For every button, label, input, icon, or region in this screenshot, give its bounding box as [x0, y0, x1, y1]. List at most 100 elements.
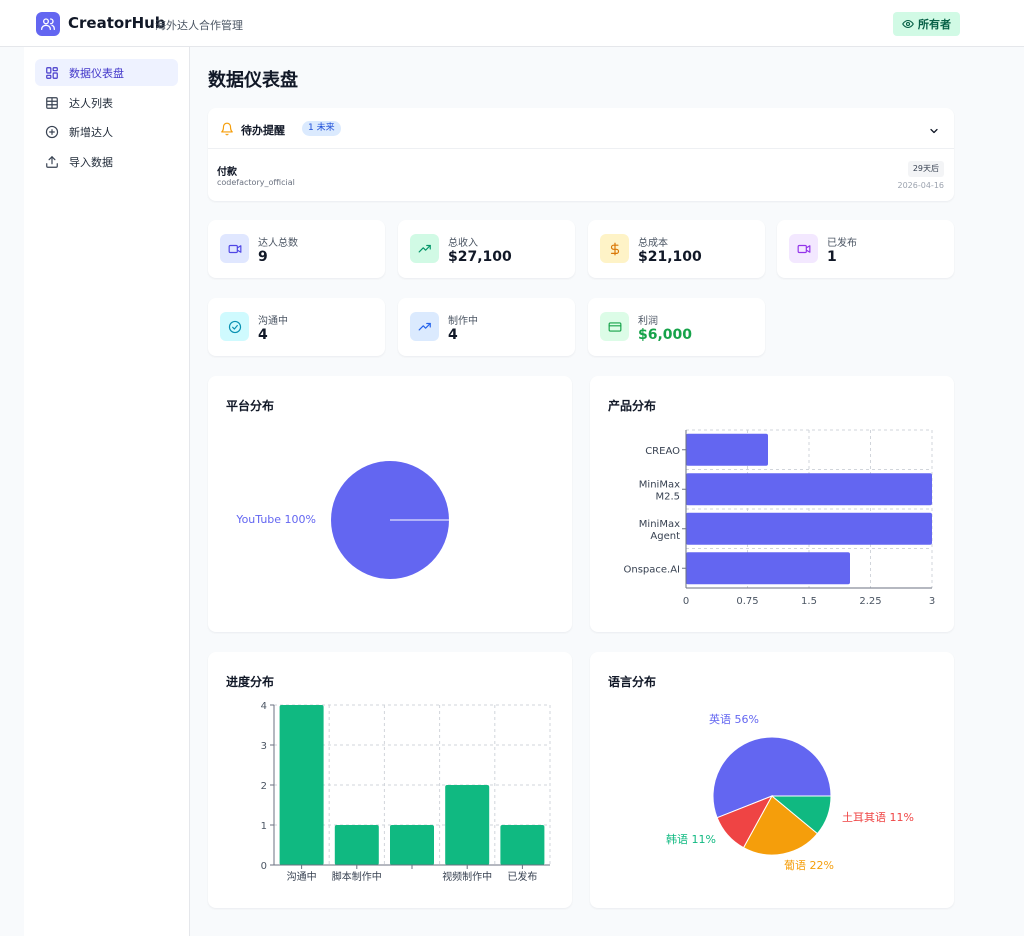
y-tick-line: CREAO — [645, 446, 680, 457]
stat-label: 利润 — [638, 316, 658, 327]
progress-bar — [334, 825, 379, 865]
sidebar-item-creator-list[interactable]: 达人列表 — [35, 89, 178, 116]
stat-value: $21,100 — [638, 249, 702, 265]
stat-label: 已发布 — [827, 238, 857, 249]
eye-icon — [902, 19, 914, 29]
stat-card-communicating: 沟通中 4 — [208, 298, 385, 356]
app-name[interactable]: CreatorHub — [68, 14, 166, 32]
dollar-icon — [600, 234, 629, 263]
trending-up-icon — [410, 312, 439, 341]
y-tick-label: MiniMax Agent — [639, 519, 680, 542]
platform-pie-chart: YouTube 100% — [235, 461, 449, 579]
stat-value: 9 — [258, 249, 268, 265]
product-bar — [686, 473, 932, 506]
stat-card-total-cost: 总成本 $21,100 — [588, 220, 765, 278]
stat-card-total-revenue: 总收入 $27,100 — [398, 220, 575, 278]
sidebar-item-label: 新增达人 — [69, 125, 113, 139]
pie-label: 葡语 22% — [784, 859, 834, 872]
x-tick-label: 1.5 — [801, 596, 817, 607]
y-tick-line: Agent — [650, 531, 680, 542]
stat-card-profit: 利润 $6,000 — [588, 298, 765, 356]
reminders-count-badge: 1 未来 — [302, 121, 341, 136]
stat-value: 4 — [448, 327, 458, 343]
upload-icon — [45, 155, 59, 169]
stat-card-in-production: 制作中 4 — [398, 298, 575, 356]
stat-label: 总成本 — [638, 238, 668, 249]
y-tick-label: Onspace.AI — [623, 564, 680, 575]
progress-bar — [500, 825, 545, 865]
stat-label: 总收入 — [448, 238, 478, 249]
progress-bar-chart: 0 1 2 3 4 沟通中 脚本制作中 视频制作中 已发布 — [261, 701, 551, 883]
y-tick-label: 4 — [261, 701, 267, 712]
stat-card-total-creators: 达人总数 9 — [208, 220, 385, 278]
sidebar-item-label: 达人列表 — [69, 96, 113, 110]
x-tick-label: 脚本制作中 — [332, 870, 382, 883]
product-bar-chart: 0 0.75 1.5 2.25 3CREAOMiniMax M2.5MiniMax Agen… — [623, 429, 935, 607]
check-circle-icon — [220, 312, 249, 341]
x-tick-label: 沟通中 — [287, 870, 317, 883]
app-subtitle: 海外达人合作管理 — [155, 19, 243, 32]
x-tick-label: 0 — [683, 596, 689, 607]
progress-bar — [390, 825, 434, 865]
language-chart-card: 语言分布 英语 56% 土耳其语 11% 葡语 22% 韩语 11% — [590, 652, 954, 908]
y-tick-line: M2.5 — [655, 491, 680, 502]
y-tick-label: 1 — [261, 821, 267, 832]
credit-card-icon — [600, 312, 629, 341]
progress-bar — [279, 705, 324, 865]
stat-card-published: 已发布 1 — [777, 220, 954, 278]
product-bar — [686, 552, 850, 585]
reminder-days-badge: 29天后 — [907, 161, 944, 177]
role-badge[interactable]: 所有者 — [893, 12, 960, 36]
y-tick-label: 3 — [261, 741, 267, 752]
sidebar-item-label: 导入数据 — [69, 155, 113, 169]
chevron-down-icon[interactable] — [928, 122, 940, 141]
product-bar — [686, 512, 932, 545]
pie-label: YouTube 100% — [235, 513, 316, 526]
plus-circle-icon — [45, 125, 59, 139]
product-bar — [686, 433, 768, 466]
y-tick-label: MiniMax M2.5 — [639, 479, 680, 502]
y-tick-label: 0 — [261, 861, 267, 872]
y-tick-label: 2 — [261, 781, 267, 792]
sidebar-item-label: 数据仪表盘 — [69, 66, 124, 80]
sidebar-item-add-creator[interactable]: 新增达人 — [35, 118, 178, 145]
sidebar: 数据仪表盘 达人列表 新增达人 导入数据 — [24, 47, 190, 936]
table-icon — [45, 96, 59, 110]
video-icon — [220, 234, 249, 263]
stat-label: 达人总数 — [258, 238, 298, 249]
dashboard-icon — [45, 66, 59, 80]
x-tick-label: 3 — [929, 596, 935, 607]
page-title: 数据仪表盘 — [208, 70, 298, 91]
platform-chart-card: 平台分布 YouTube 100% — [208, 376, 572, 632]
sidebar-item-dashboard[interactable]: 数据仪表盘 — [35, 59, 178, 86]
bell-icon — [220, 121, 234, 140]
pie-label: 英语 56% — [709, 712, 759, 726]
language-pie-chart: 英语 56% 土耳其语 11% 葡语 22% 韩语 11% — [666, 712, 914, 872]
pie-label: 韩语 11% — [666, 832, 716, 846]
y-tick-label: CREAO — [645, 446, 680, 457]
stat-value: 1 — [827, 249, 837, 265]
product-chart-card: 产品分布 0 0.75 1.5 2.25 3 CREAO MiniMax M2.5 MiniMa… — [590, 376, 954, 632]
stat-value: 4 — [258, 327, 268, 343]
reminders-title: 待办提醒 — [241, 124, 285, 137]
x-tick-label: 2.25 — [859, 596, 881, 607]
users-logo-icon[interactable] — [36, 12, 60, 36]
reminders-card: 待办提醒 1 未来 付款 codefactory_official 29天后 2… — [208, 108, 954, 201]
x-tick-label: 视频制作中 — [442, 870, 492, 883]
sidebar-item-import-data[interactable]: 导入数据 — [35, 148, 178, 175]
x-tick-label: 0.75 — [736, 596, 758, 607]
x-tick-label: 已发布 — [507, 870, 537, 883]
y-tick-line: Onspace.AI — [623, 564, 680, 575]
reminder-task: 付款 — [217, 167, 237, 178]
progress-bar — [445, 785, 490, 865]
reminder-handle: codefactory_official — [217, 178, 295, 187]
y-tick-line: MiniMax — [639, 479, 680, 490]
reminders-header[interactable]: 待办提醒 1 未来 — [208, 108, 954, 149]
y-tick-line: MiniMax — [639, 519, 680, 530]
role-label: 所有者 — [918, 18, 951, 31]
progress-chart-card: 进度分布 0 1 2 3 4 沟通中 脚本制作中 视频制作中 已发布 — [208, 652, 572, 908]
stat-label: 制作中 — [448, 316, 478, 327]
reminder-date: 2026-04-16 — [897, 181, 945, 190]
video-icon — [789, 234, 818, 263]
top-bar: CreatorHub 海外达人合作管理 所有者 — [0, 0, 1024, 47]
